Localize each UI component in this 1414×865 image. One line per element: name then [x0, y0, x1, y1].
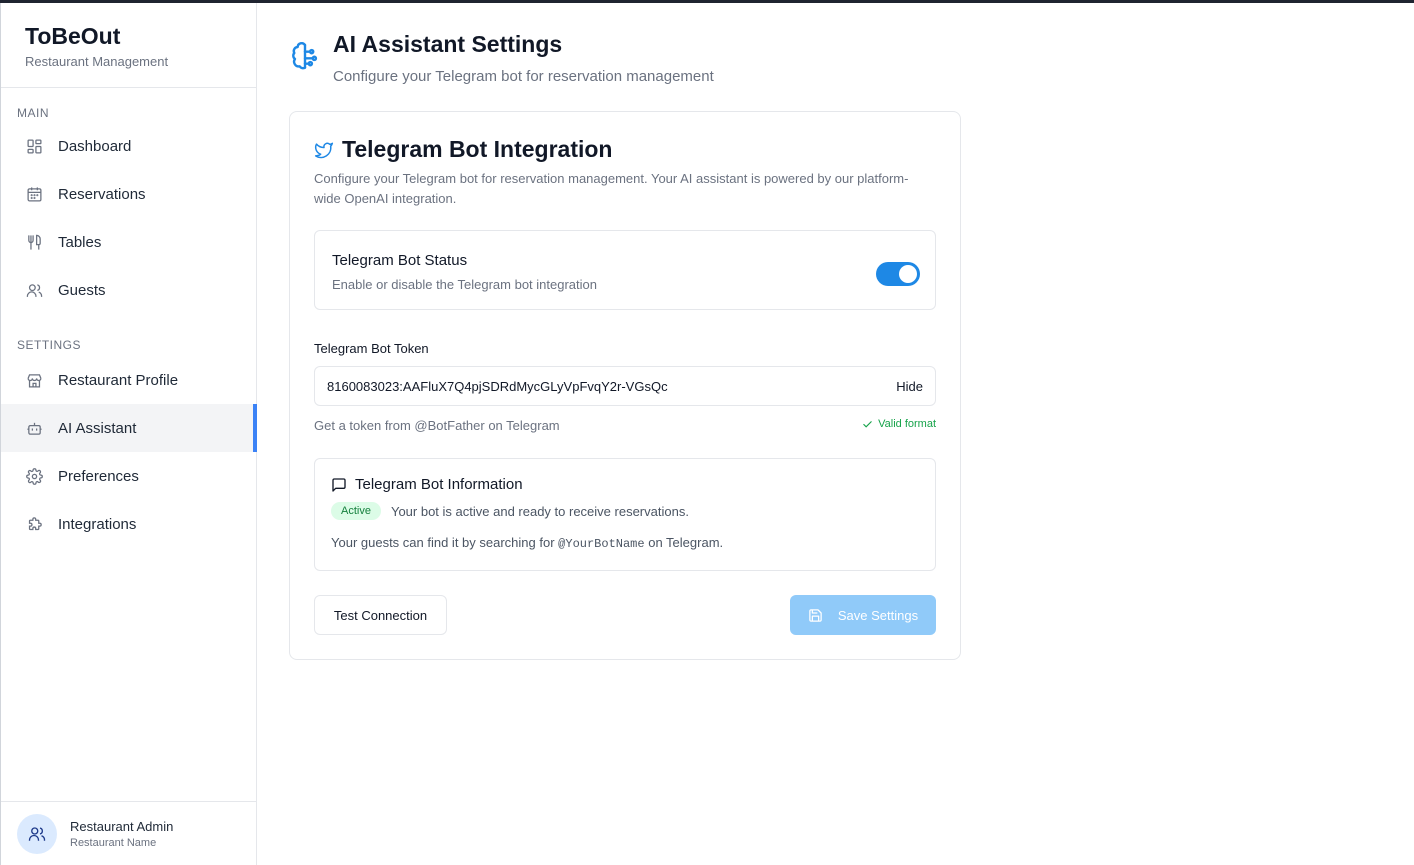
- user-profile[interactable]: Restaurant Admin Restaurant Name: [1, 801, 257, 865]
- sidebar-item-ai-assistant[interactable]: AI Assistant: [1, 404, 257, 452]
- users-icon: [25, 281, 43, 299]
- bot-info-status: Active Your bot is active and ready to r…: [331, 502, 689, 520]
- sidebar-item-label: Dashboard: [58, 137, 132, 155]
- telegram-integration-card: Telegram Bot Integration Configure your …: [289, 111, 961, 660]
- sidebar-item-label: AI Assistant: [58, 419, 137, 437]
- valid-format-text: Valid format: [878, 418, 936, 430]
- bot-status-toggle[interactable]: [876, 262, 920, 286]
- sidebar-item-restaurant-profile[interactable]: Restaurant Profile: [1, 356, 256, 404]
- users-icon: [28, 826, 46, 841]
- check-icon: [863, 420, 872, 428]
- store-icon: [25, 371, 43, 389]
- token-valid-indicator: Valid format: [862, 418, 936, 430]
- app-name: ToBeOut: [25, 23, 121, 49]
- save-settings-button[interactable]: Save Settings: [790, 595, 936, 635]
- token-input[interactable]: [327, 378, 897, 394]
- sidebar-item-label: Restaurant Profile: [58, 371, 179, 389]
- token-field: Hide: [314, 366, 936, 406]
- test-connection-button[interactable]: Test Connection: [314, 595, 447, 635]
- token-label: Telegram Bot Token: [314, 341, 429, 356]
- app-subtitle: Restaurant Management: [25, 54, 169, 69]
- search-hint-prefix: Your guests can find it by searching for: [331, 535, 555, 550]
- hide-token-button[interactable]: Hide: [896, 379, 923, 394]
- gear-icon: [25, 467, 43, 485]
- puzzle-icon: [25, 515, 43, 533]
- sidebar-item-label: Reservations: [58, 185, 146, 203]
- bot-status-description: Enable or disable the Telegram bot integ…: [332, 277, 597, 292]
- bot-status-title: Telegram Bot Status: [332, 252, 468, 269]
- save-settings-label: Save Settings: [837, 607, 919, 623]
- page-subtitle: Configure your Telegram bot for reservat…: [333, 68, 714, 85]
- bot-info-title: Telegram Bot Information: [355, 476, 523, 493]
- user-restaurant: Restaurant Name: [70, 836, 157, 849]
- section-label-main: MAIN: [17, 106, 49, 120]
- status-badge: Active: [331, 502, 381, 520]
- sidebar-item-guests[interactable]: Guests: [1, 266, 256, 314]
- sidebar-item-reservations[interactable]: Reservations: [1, 170, 256, 218]
- bot-info-status-text: Your bot is active and ready to receive …: [390, 503, 689, 519]
- bird-icon: [314, 142, 334, 158]
- page-title: AI Assistant Settings: [333, 31, 563, 57]
- utensils-icon: [25, 233, 43, 251]
- main-content: AI Assistant Settings Configure your Tel…: [258, 3, 1414, 865]
- card-description: Configure your Telegram bot for reservat…: [314, 171, 909, 206]
- sidebar-item-label: Integrations: [58, 515, 137, 533]
- sidebar-item-label: Preferences: [58, 467, 139, 485]
- calendar-icon: [25, 185, 43, 203]
- card-header: Telegram Bot Integration: [314, 136, 613, 163]
- bot-info-header: Telegram Bot Information: [331, 476, 523, 493]
- bot-status-panel: Telegram Bot Status Enable or disable th…: [314, 230, 936, 310]
- avatar: [17, 813, 57, 854]
- save-icon: [809, 608, 822, 622]
- search-hint-suffix: on Telegram.: [648, 535, 724, 550]
- grid-icon: [25, 137, 43, 155]
- bot-search-hint: Your guests can find it by searching for…: [331, 535, 723, 551]
- token-help-text: Get a token from @BotFather on Telegram: [314, 418, 560, 433]
- sidebar-item-preferences[interactable]: Preferences: [1, 452, 256, 500]
- toggle-knob: [899, 265, 917, 283]
- brand: ToBeOut Restaurant Management: [1, 3, 256, 88]
- bot-info-panel: Telegram Bot Information Active Your bot…: [314, 458, 936, 571]
- sidebar: ToBeOut Restaurant Management MAIN Dashb…: [0, 3, 257, 865]
- sidebar-item-label: Guests: [58, 281, 106, 299]
- user-name: Restaurant Admin: [70, 818, 174, 834]
- sidebar-item-label: Tables: [58, 233, 102, 251]
- card-title: Telegram Bot Integration: [342, 136, 613, 162]
- brain-icon: [292, 42, 318, 70]
- message-square-icon: [332, 477, 346, 492]
- bot-name: @YourBotName: [558, 537, 645, 551]
- page-header: AI Assistant Settings Configure your Tel…: [289, 29, 714, 85]
- sidebar-item-tables[interactable]: Tables: [1, 218, 256, 266]
- section-label-settings: SETTINGS: [17, 338, 82, 352]
- bot-icon: [25, 419, 43, 437]
- sidebar-item-dashboard[interactable]: Dashboard: [1, 122, 256, 170]
- sidebar-item-integrations[interactable]: Integrations: [1, 500, 256, 548]
